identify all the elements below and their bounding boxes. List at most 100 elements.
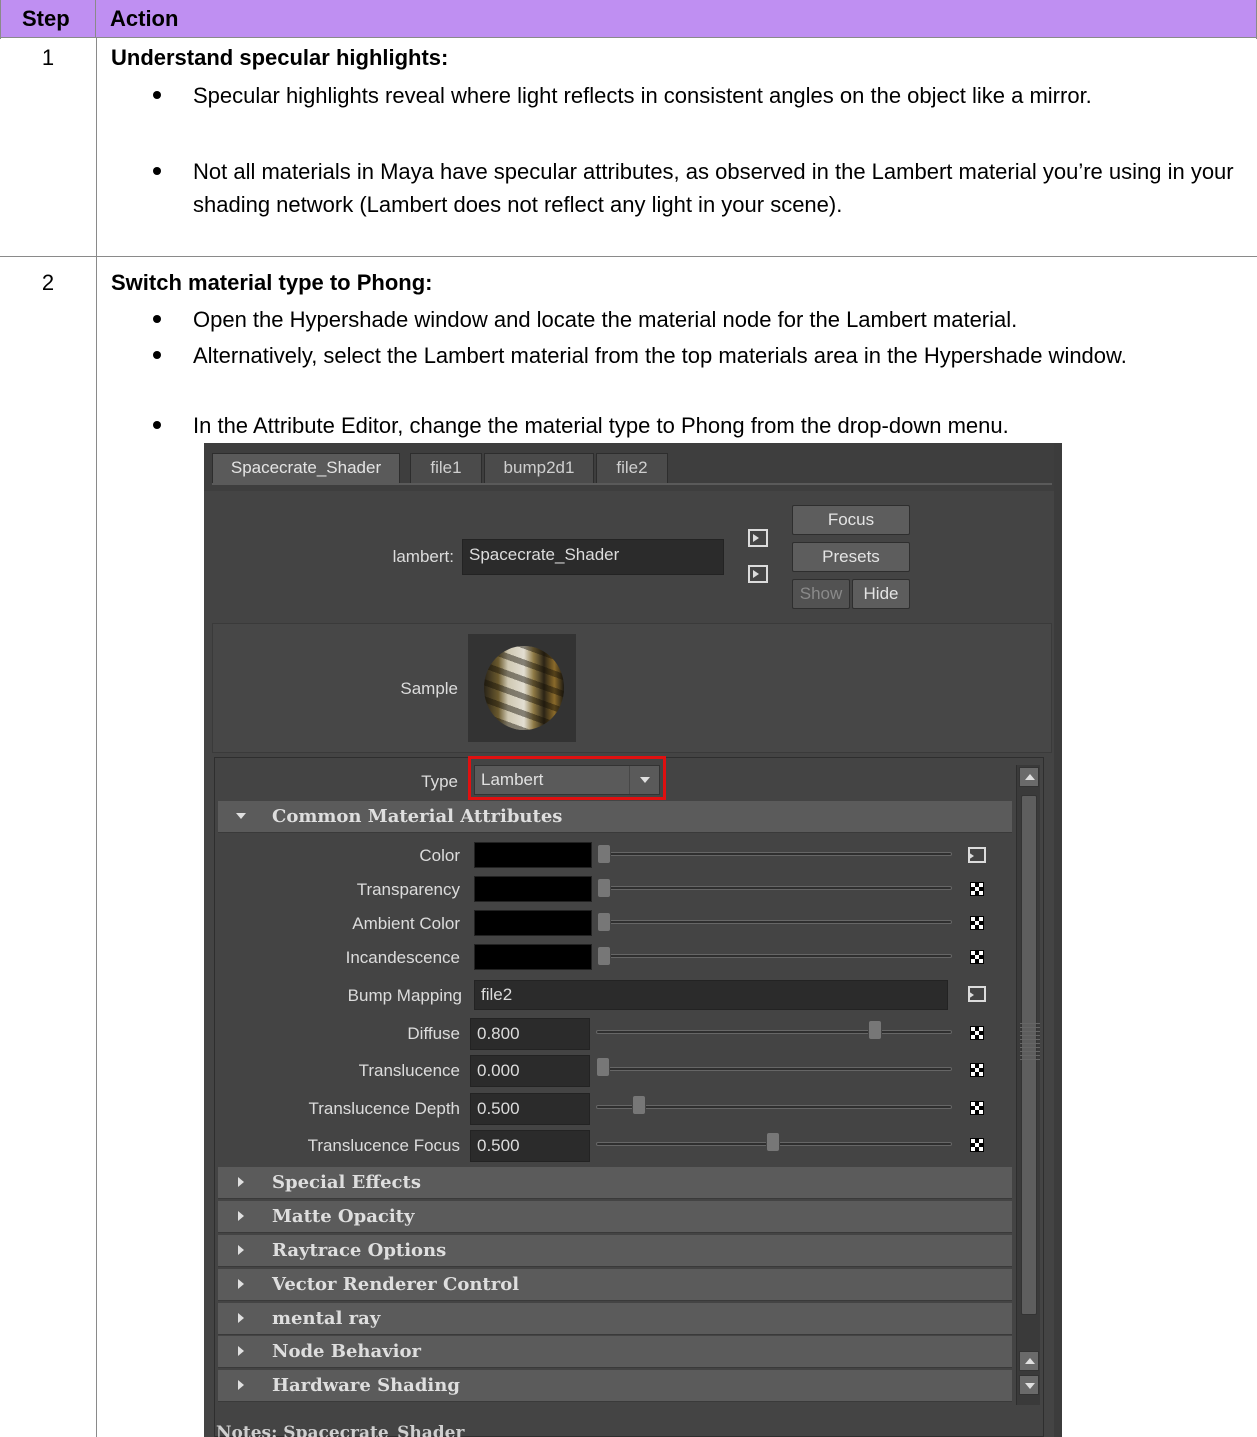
- action-cell-1: Understand specular highlights: Specular…: [97, 39, 1257, 256]
- tab-file2[interactable]: file2: [596, 453, 668, 483]
- section-mental-ray[interactable]: mental ray: [218, 1303, 1012, 1335]
- header-action: Action: [110, 6, 179, 31]
- bullet-dot: [153, 167, 161, 175]
- section-title: Node Behavior: [272, 1341, 421, 1362]
- step-heading: Understand specular highlights:: [111, 45, 449, 70]
- step-number: 1: [41, 45, 55, 70]
- section-vector-renderer-control[interactable]: Vector Renderer Control: [218, 1269, 1012, 1301]
- map-checker-icon[interactable]: [970, 1138, 984, 1152]
- ambient-color-label: Ambient Color: [352, 914, 460, 933]
- focus-button[interactable]: Focus: [792, 505, 910, 535]
- color-swatch[interactable]: [474, 842, 592, 868]
- bullet-item: Alternatively, select the Lambert materi…: [153, 339, 1243, 372]
- translucence-depth-label: Translucence Depth: [308, 1099, 460, 1118]
- section-title: Vector Renderer Control: [272, 1274, 520, 1295]
- translucence-focus-field[interactable]: 0.500: [470, 1130, 590, 1162]
- section-common-material-attributes[interactable]: Common Material Attributes: [218, 801, 1012, 833]
- output-connection-icon[interactable]: [748, 565, 768, 583]
- bullet-text: Open the Hypershade window and locate th…: [193, 307, 1018, 332]
- ambient-slider-track[interactable]: [600, 920, 952, 924]
- transparency-slider-handle[interactable]: [597, 878, 611, 898]
- translucence-depth-slider-track[interactable]: [596, 1105, 952, 1109]
- node-type-label: lambert:: [392, 547, 454, 566]
- transparency-swatch[interactable]: [474, 876, 592, 902]
- incandescence-swatch[interactable]: [474, 944, 592, 970]
- notes-label: Notes: Spacecrate_Shader: [216, 1423, 465, 1437]
- sample-sphere-texture: [484, 646, 564, 730]
- translucence-field[interactable]: 0.000: [470, 1055, 590, 1087]
- tab-spacecrate-shader[interactable]: Spacecrate_Shader: [212, 453, 400, 483]
- section-title: mental ray: [272, 1308, 381, 1329]
- map-checker-icon[interactable]: [970, 1026, 984, 1040]
- header-action-cell: Action: [96, 0, 1257, 38]
- bullet-text: In the Attribute Editor, change the mate…: [193, 413, 1009, 438]
- expand-right-icon: [238, 1346, 244, 1356]
- translucence-slider-handle[interactable]: [596, 1057, 610, 1077]
- presets-button[interactable]: Presets: [792, 542, 910, 572]
- expand-down-icon: [236, 813, 246, 819]
- bump-mapping-label: Bump Mapping: [347, 986, 462, 1005]
- scroll-up-icon[interactable]: [1019, 767, 1039, 787]
- section-title: Raytrace Options: [272, 1240, 447, 1261]
- bump-connection-icon[interactable]: [968, 986, 986, 1002]
- translucence-label: Translucence: [358, 1061, 460, 1080]
- map-checker-icon[interactable]: [970, 882, 984, 896]
- scroll-up-icon[interactable]: [1019, 1351, 1039, 1371]
- tab-file1[interactable]: file1: [410, 453, 482, 483]
- translucence-focus-slider-handle[interactable]: [766, 1132, 780, 1152]
- section-raytrace-options[interactable]: Raytrace Options: [218, 1235, 1012, 1267]
- step-cell-1: 1: [0, 39, 96, 256]
- expand-right-icon: [238, 1279, 244, 1289]
- hide-button[interactable]: Hide: [852, 579, 910, 609]
- bump-mapping-field[interactable]: file2: [474, 980, 948, 1010]
- scroll-down-icon[interactable]: [1019, 1375, 1039, 1395]
- map-checker-icon[interactable]: [970, 1101, 984, 1115]
- diffuse-slider-handle[interactable]: [868, 1020, 882, 1040]
- tab-bump2d1[interactable]: bump2d1: [484, 453, 594, 483]
- section-node-behavior[interactable]: Node Behavior: [218, 1336, 1012, 1368]
- diffuse-slider-track[interactable]: [596, 1030, 952, 1034]
- map-checker-icon[interactable]: [970, 1063, 984, 1077]
- bullet-item: Specular highlights reveal where light r…: [153, 79, 1243, 112]
- transparency-slider-track[interactable]: [600, 886, 952, 890]
- attributes-scrollbar[interactable]: [1016, 765, 1040, 1405]
- ambient-color-swatch[interactable]: [474, 910, 592, 936]
- translucence-depth-field[interactable]: 0.500: [470, 1093, 590, 1125]
- section-title: Special Effects: [272, 1172, 421, 1193]
- node-name-field[interactable]: Spacecrate_Shader: [462, 539, 724, 575]
- input-connection-icon[interactable]: [748, 529, 768, 547]
- bullet-dot: [153, 91, 161, 99]
- material-sample-swatch: [468, 634, 576, 742]
- tab-underline: [212, 483, 1052, 485]
- expand-right-icon: [238, 1380, 244, 1390]
- bullet-item: In the Attribute Editor, change the mate…: [153, 409, 1243, 442]
- highlight-box: [468, 756, 666, 800]
- bullet-dot: [153, 351, 161, 359]
- diffuse-field[interactable]: 0.800: [470, 1018, 590, 1050]
- section-matte-opacity[interactable]: Matte Opacity: [218, 1201, 1012, 1233]
- incandescence-slider-track[interactable]: [600, 954, 952, 958]
- color-slider-handle[interactable]: [597, 844, 611, 864]
- translucence-depth-slider-handle[interactable]: [632, 1095, 646, 1115]
- color-connection-icon[interactable]: [968, 847, 986, 863]
- sample-label: Sample: [400, 679, 458, 698]
- map-checker-icon[interactable]: [970, 916, 984, 930]
- map-checker-icon[interactable]: [970, 950, 984, 964]
- resize-grip[interactable]: [1020, 1020, 1040, 1060]
- type-label: Type: [421, 772, 458, 791]
- show-button[interactable]: Show: [792, 579, 850, 609]
- section-title: Matte Opacity: [272, 1206, 415, 1227]
- section-special-effects[interactable]: Special Effects: [218, 1167, 1012, 1199]
- bullet-item: Open the Hypershade window and locate th…: [153, 303, 1243, 336]
- outer-scrollbar[interactable]: [1054, 443, 1062, 1437]
- translucence-slider-track[interactable]: [596, 1067, 952, 1071]
- incandescence-slider-handle[interactable]: [597, 946, 611, 966]
- attribute-editor-panel: Spacecrate_Shader file1 bump2d1 file2 la…: [204, 443, 1062, 1437]
- expand-right-icon: [238, 1245, 244, 1255]
- color-slider-track[interactable]: [600, 852, 952, 856]
- bullet-text: Alternatively, select the Lambert materi…: [193, 343, 1127, 368]
- bullet-text: Not all materials in Maya have specular …: [193, 159, 1234, 217]
- section-hardware-shading[interactable]: Hardware Shading: [218, 1370, 1012, 1402]
- bullet-text: Specular highlights reveal where light r…: [193, 83, 1092, 108]
- ambient-slider-handle[interactable]: [597, 912, 611, 932]
